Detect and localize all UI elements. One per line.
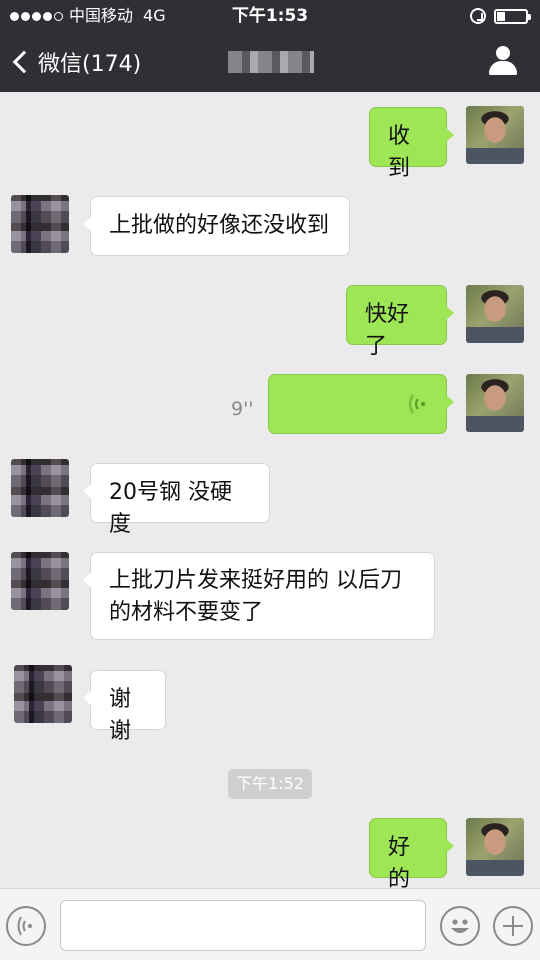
- avatar-other[interactable]: [11, 195, 69, 253]
- voice-waves-icon: [408, 394, 426, 414]
- battery-icon: [494, 8, 531, 24]
- status-time: 下午1:53: [231, 6, 309, 26]
- message-bubble-outgoing[interactable]: 快好了: [346, 285, 454, 359]
- voice-duration: 9'': [231, 398, 254, 420]
- message-bubble-outgoing[interactable]: 收到: [369, 107, 454, 181]
- status-bar: 中国移动 4G 下午1:53: [0, 0, 540, 32]
- avatar-self[interactable]: [466, 106, 524, 164]
- avatar-other[interactable]: [14, 665, 72, 723]
- voice-message-bubble[interactable]: [268, 374, 454, 434]
- back-button[interactable]: 微信(174): [10, 32, 141, 92]
- more-plus-button[interactable]: [493, 906, 533, 946]
- message-input[interactable]: [60, 900, 426, 951]
- voice-input-icon: [17, 916, 32, 936]
- message-bubble-outgoing[interactable]: 好的: [369, 818, 454, 892]
- person-icon-body: [489, 61, 517, 75]
- message-bubble-incoming[interactable]: 谢谢: [83, 670, 166, 744]
- avatar-other[interactable]: [11, 459, 69, 517]
- avatar-self[interactable]: [466, 818, 524, 876]
- back-label: 微信(174): [38, 52, 142, 77]
- emoji-smiley-icon: [451, 919, 469, 933]
- chevron-left-icon: [12, 50, 36, 74]
- message-timestamp: 下午1:52: [228, 769, 312, 799]
- avatar-other[interactable]: [11, 552, 69, 610]
- avatar-self[interactable]: [466, 285, 524, 343]
- avatar-self[interactable]: [466, 374, 524, 432]
- status-right: [470, 0, 531, 32]
- voice-input-button[interactable]: [6, 906, 46, 946]
- contact-name-blurred: [228, 51, 314, 73]
- nav-bar: 微信(174): [0, 32, 540, 92]
- emoji-button[interactable]: [440, 906, 480, 946]
- message-bubble-incoming[interactable]: 上批做的好像还没收到: [83, 196, 350, 256]
- top-bar: 中国移动 4G 下午1:53 微信(174): [0, 0, 540, 92]
- chat-message-list[interactable]: 收到 上批做的好像还没收到 快好了 9'' 20号钢 没硬度 上批刀片发来挺好用…: [0, 92, 540, 892]
- person-icon: [496, 46, 510, 60]
- message-bubble-incoming[interactable]: 上批刀片发来挺好用的 以后刀的材料不要变了: [83, 552, 435, 640]
- chat-profile-button[interactable]: [488, 46, 518, 76]
- message-bubble-incoming[interactable]: 20号钢 没硬度: [83, 463, 270, 537]
- battery-level: [497, 11, 505, 21]
- rotation-lock-icon: [470, 8, 486, 24]
- input-bar: [0, 888, 540, 960]
